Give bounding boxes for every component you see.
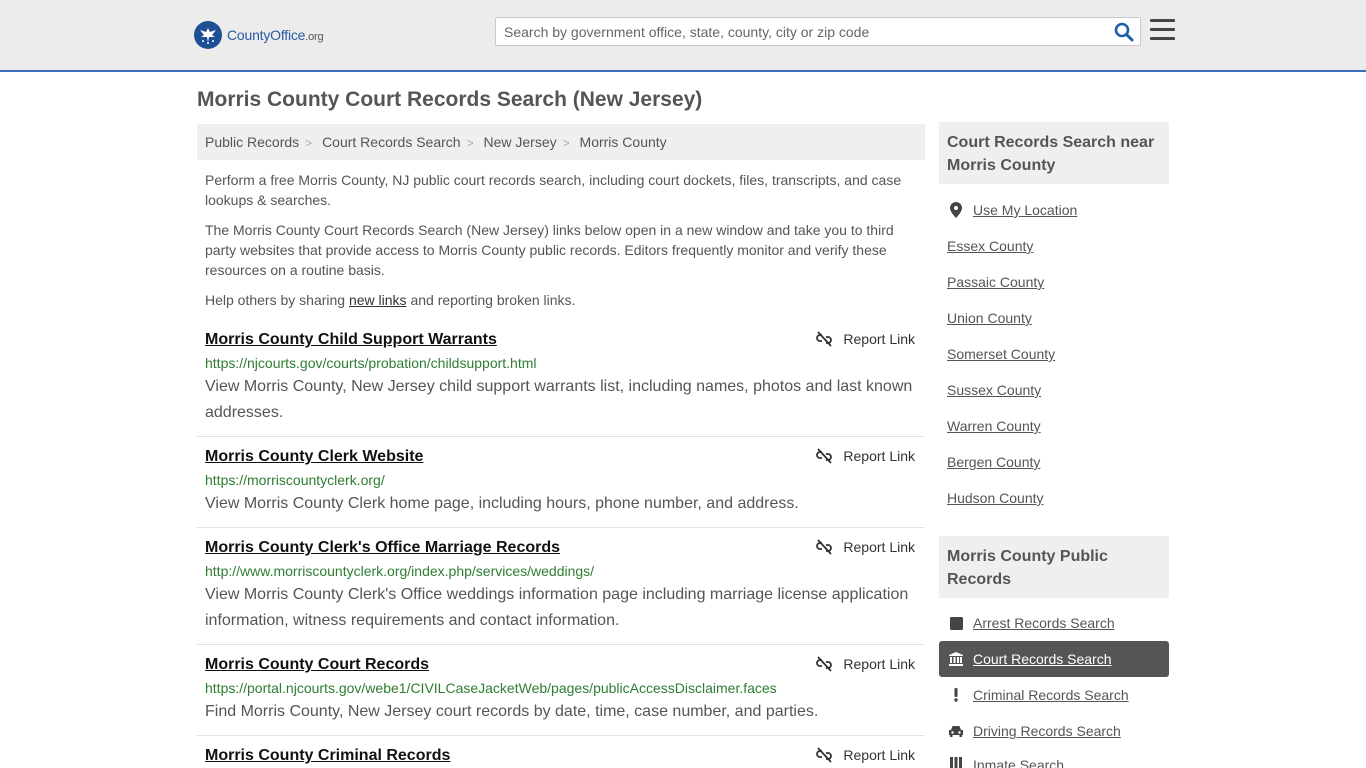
result-url[interactable]: https://morriscountyclerk.org/ (205, 471, 917, 489)
sidebar-nearby-heading: Court Records Search near Morris County (939, 122, 1169, 184)
logo-text: CountyOffice.org (227, 27, 324, 43)
hamburger-menu-icon[interactable] (1150, 19, 1175, 41)
intro-paragraph-3: Help others by sharing new links and rep… (205, 292, 576, 308)
nearby-bergen-county[interactable]: Bergen County (947, 453, 1040, 471)
result-title-link[interactable]: Morris County Clerk Website (205, 447, 917, 467)
result-item: Morris County Clerk's Office Marriage Re… (197, 533, 925, 645)
breadcrumb: Public Records > Court Records Search > Ne… (197, 124, 925, 160)
result-item: Morris County Court Records https://port… (197, 650, 925, 736)
result-url[interactable]: http://www.morriscountyclerk.org/index.p… (205, 562, 917, 580)
intro-paragraph-2: The Morris County Court Records Search (… (205, 222, 894, 278)
result-item: Morris County Clerk Website https://morr… (197, 442, 925, 528)
sidebar-item-label[interactable]: Inmate Search (973, 757, 1064, 768)
use-my-location[interactable]: Use My Location (939, 192, 1169, 228)
nearby-union-county[interactable]: Union County (947, 309, 1032, 327)
result-item: Morris County Criminal Records Report Li… (197, 741, 925, 768)
sidebar-item-criminal-records[interactable]: Criminal Records Search (939, 677, 1169, 713)
search-box (495, 17, 1141, 46)
eagle-seal-icon (194, 21, 222, 49)
breadcrumb-public-records[interactable]: Public Records (205, 134, 299, 150)
breadcrumb-separator: > (562, 136, 570, 150)
report-link-button[interactable]: Report Link (816, 747, 915, 763)
report-link-button[interactable]: Report Link (816, 656, 915, 672)
result-url[interactable]: https://njcourts.gov/courts/probation/ch… (205, 354, 917, 372)
breadcrumb-separator: > (305, 136, 313, 150)
site-logo[interactable]: CountyOffice.org (194, 21, 324, 49)
result-description: View Morris County Clerk home page, incl… (205, 495, 799, 512)
sidebar-public-records-heading: Morris County Public Records (939, 536, 1169, 598)
nearby-warren-county[interactable]: Warren County (947, 417, 1041, 435)
exclamation-icon (949, 688, 963, 702)
result-title-link[interactable]: Morris County Court Records (205, 655, 917, 675)
intro-paragraph-1: Perform a free Morris County, NJ public … (205, 172, 902, 208)
search-input[interactable] (496, 18, 1106, 45)
square-icon (949, 616, 963, 630)
courthouse-icon (949, 652, 963, 666)
broken-link-icon (816, 747, 833, 763)
sidebar-item-arrest-records[interactable]: Arrest Records Search (939, 605, 1169, 641)
result-description: View Morris County, New Jersey child sup… (205, 378, 913, 421)
nearby-sussex-county[interactable]: Sussex County (947, 381, 1041, 399)
use-my-location-link[interactable]: Use My Location (973, 202, 1077, 218)
nearby-essex-county[interactable]: Essex County (947, 237, 1033, 255)
breadcrumb-court-records-search[interactable]: Court Records Search (322, 134, 461, 150)
breadcrumb-new-jersey[interactable]: New Jersey (483, 134, 556, 150)
nearby-somerset-county[interactable]: Somerset County (947, 345, 1055, 363)
nearby-hudson-county[interactable]: Hudson County (947, 489, 1044, 507)
nearby-passaic-county[interactable]: Passaic County (947, 273, 1044, 291)
report-link-button[interactable]: Report Link (816, 331, 915, 347)
sidebar-item-label[interactable]: Arrest Records Search (973, 615, 1115, 631)
broken-link-icon (816, 448, 833, 464)
report-link-button[interactable]: Report Link (816, 448, 915, 464)
sidebar-item-inmate-search[interactable]: Inmate Search (939, 749, 1169, 768)
car-icon (949, 724, 963, 738)
broken-link-icon (816, 539, 833, 555)
sidebar-item-driving-records[interactable]: Driving Records Search (939, 713, 1169, 749)
sidebar-item-label[interactable]: Criminal Records Search (973, 687, 1129, 703)
broken-link-icon (816, 331, 833, 347)
result-url[interactable]: https://portal.njcourts.gov/webe1/CIVILC… (205, 679, 917, 697)
new-links-link[interactable]: new links (349, 292, 407, 308)
sidebar-item-court-records[interactable]: Court Records Search (939, 641, 1169, 677)
result-title-link[interactable]: Morris County Clerk's Office Marriage Re… (205, 538, 917, 558)
result-title-link[interactable]: Morris County Criminal Records (205, 746, 917, 766)
sidebar-item-label[interactable]: Court Records Search (973, 651, 1112, 667)
result-title-link[interactable]: Morris County Child Support Warrants (205, 330, 917, 350)
breadcrumb-morris-county[interactable]: Morris County (580, 134, 667, 150)
page-title: Morris County Court Records Search (New … (197, 88, 703, 111)
sidebar-item-label[interactable]: Driving Records Search (973, 723, 1121, 739)
site-header: CountyOffice.org (0, 0, 1366, 72)
breadcrumb-separator: > (466, 136, 474, 150)
result-item: Morris County Child Support Warrants htt… (197, 325, 925, 437)
map-pin-icon (949, 202, 963, 218)
result-description: View Morris County Clerk's Office weddin… (205, 586, 909, 629)
result-description: Find Morris County, New Jersey court rec… (205, 703, 819, 720)
inmate-icon (949, 757, 963, 768)
report-link-button[interactable]: Report Link (816, 539, 915, 555)
search-icon[interactable] (1114, 22, 1134, 42)
broken-link-icon (816, 656, 833, 672)
